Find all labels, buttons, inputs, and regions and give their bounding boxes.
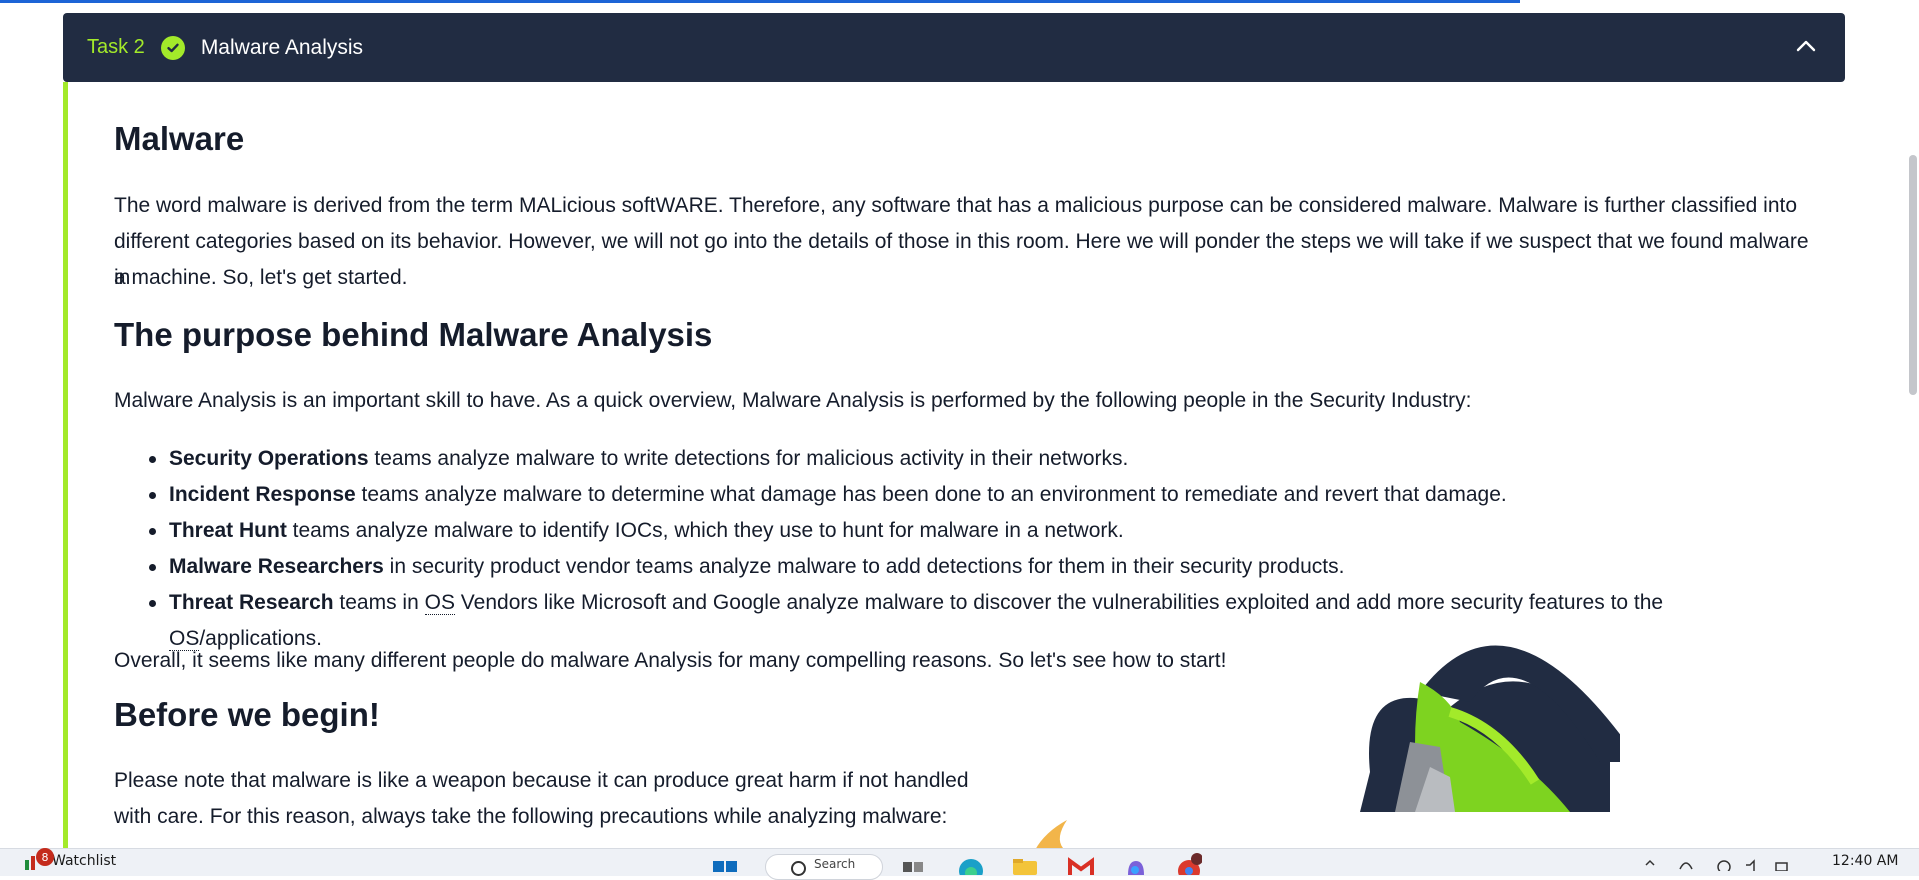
list-item-text: teams analyze malware to determine what … [355, 483, 1507, 506]
watchlist-badge: 8 [36, 848, 54, 866]
list-item: Malware Researchers in security product … [148, 549, 1345, 585]
chrome-icon[interactable] [1176, 853, 1203, 880]
list-item-text: teams analyze malware to write detection… [368, 447, 1129, 470]
scrollbar-thumb[interactable] [1909, 155, 1917, 395]
task-title: Malware Analysis [200, 35, 364, 59]
list-item: Security Operations teams analyze malwar… [148, 441, 1129, 477]
watchlist-icon: 8 [24, 848, 54, 870]
check-circle-icon [160, 35, 185, 60]
begin-para-line-1: Please note that malware is like a weapo… [114, 769, 969, 792]
watchlist-widget[interactable]: 8 Watchlist [24, 848, 117, 870]
list-item-bold: Malware Researchers [169, 555, 384, 578]
list-item: Incident Response teams analyze malware … [149, 477, 1507, 513]
battery-icon[interactable] [1774, 855, 1790, 872]
list-item-text: Vendors like Microsoft and Google analyz… [454, 591, 1664, 614]
list-item-bold: Threat Research [169, 591, 334, 614]
heading-malware: Malware [114, 120, 245, 157]
chevron-up-icon[interactable] [1795, 35, 1817, 57]
file-explorer-icon[interactable] [1012, 853, 1038, 875]
page-loading-bar [0, 0, 1520, 3]
gmail-icon[interactable] [1068, 853, 1094, 875]
search-label: Search [814, 857, 856, 871]
malware-illustration [1300, 612, 1620, 812]
purpose-outro: Overall, it seems like many different pe… [114, 649, 1227, 672]
malware-para-line-1: The word malware is derived from the ter… [114, 194, 1798, 217]
begin-para-line-2: with care. For this reason, always take … [114, 805, 948, 828]
taskbar: 8 Watchlist Search 12:40 AM [0, 848, 1919, 880]
task-view-icon[interactable] [900, 853, 926, 875]
task-header[interactable]: Task 2 Malware Analysis [63, 13, 1845, 82]
list-item-bold: Threat Hunt [169, 519, 287, 542]
list-item-bold: Security Operations [169, 447, 369, 470]
taskbar-search[interactable]: Search [765, 854, 883, 880]
purpose-intro: Malware Analysis is an important skill t… [114, 389, 1472, 412]
start-icon[interactable] [712, 853, 738, 875]
list-item-text: teams in [333, 591, 425, 614]
list-item-text: teams analyze malware to identify IOCs, … [286, 519, 1124, 542]
network-icon[interactable] [1678, 855, 1694, 871]
copilot-icon[interactable] [1122, 853, 1148, 875]
volume-icon[interactable] [1744, 855, 1760, 871]
watchlist-label: Watchlist [52, 853, 117, 869]
overflow-chevron-icon[interactable] [1642, 855, 1658, 871]
heading-purpose: The purpose behind Malware Analysis [114, 316, 713, 353]
search-icon [791, 861, 806, 876]
list-item: Threat Hunt teams analyze malware to ide… [149, 513, 1124, 549]
wifi-icon[interactable] [1716, 855, 1732, 874]
os-abbreviation: OS [424, 591, 455, 615]
heading-before-we-begin: Before we begin! [114, 696, 380, 733]
taskbar-clock[interactable]: 12:40 AM [1832, 853, 1898, 869]
list-item-text: in security product vendor teams analyze… [383, 555, 1345, 578]
malware-para-line-3: a machine. So, let's get started. [114, 266, 408, 289]
task-number: Task 2 [87, 36, 145, 58]
list-item-bold: Incident Response [169, 483, 356, 506]
scrollbar[interactable] [1905, 0, 1919, 848]
edge-browser-icon[interactable] [958, 853, 984, 880]
